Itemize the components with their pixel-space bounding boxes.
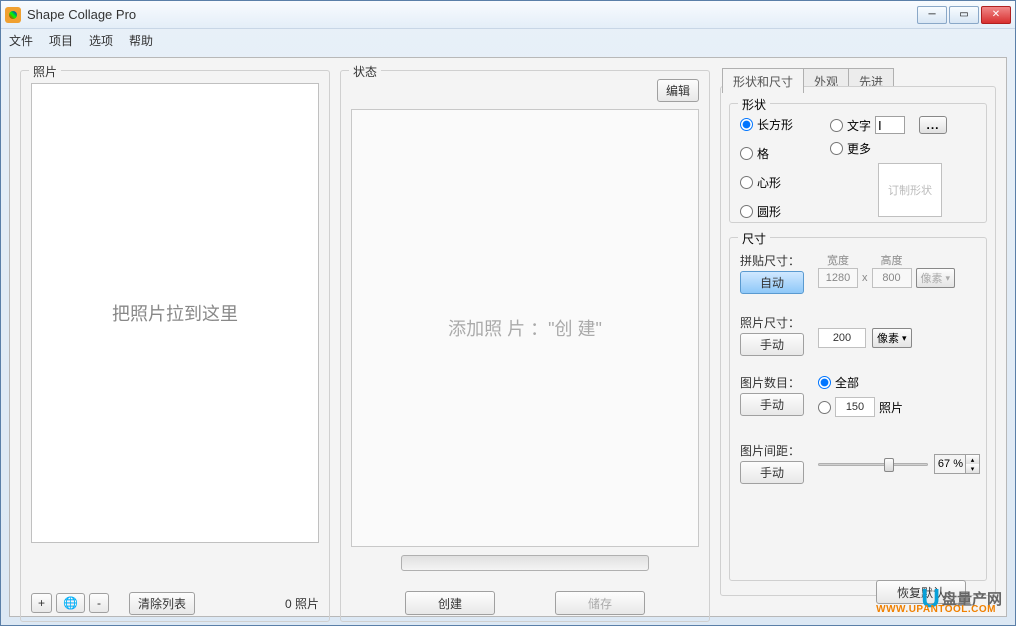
shape-group: 形状 长方形 格 心形 圆形 文字 ... [729, 103, 987, 223]
collage-auto-button[interactable]: 自动 [740, 271, 804, 294]
menu-project[interactable]: 项目 [49, 32, 73, 49]
titlebar[interactable]: Shape Collage Pro ─ ▭ ✕ [1, 1, 1015, 29]
close-button[interactable]: ✕ [981, 6, 1011, 24]
shape-circle[interactable]: 圆形 [740, 203, 793, 220]
tab-shape-size[interactable]: 形状和尺寸 [722, 68, 804, 93]
height-small-label: 高度 [872, 252, 912, 268]
shape-text-radio[interactable] [830, 119, 843, 132]
minimize-button[interactable]: ─ [917, 6, 947, 24]
status-panel: 状态 编辑 添加照 片 ："创 建" 创建 储存 [340, 70, 710, 622]
photo-drop-area[interactable]: 把照片拉到这里 [31, 83, 319, 543]
spacing-label: 图片间距： [740, 442, 804, 459]
maximize-button[interactable]: ▭ [949, 6, 979, 24]
shape-more-radio[interactable] [830, 142, 843, 155]
photo-count-label: 图片数目： [740, 374, 804, 391]
shape-browse-button[interactable]: ... [919, 116, 947, 134]
spacing-manual-button[interactable]: 手动 [740, 461, 804, 484]
photos-panel: 照片 把照片拉到这里 + 🌐 - 清除列表 0 照片 [20, 70, 330, 622]
count-manual-button[interactable]: 手动 [740, 393, 804, 416]
shape-more-label: 更多 [847, 140, 871, 157]
shape-text-label: 文字 [847, 117, 871, 134]
photo-size-label: 照片尺寸： [740, 314, 804, 331]
count-input[interactable]: 150 [835, 397, 875, 417]
client-area: 照片 把照片拉到这里 + 🌐 - 清除列表 0 照片 状态 编辑 添加照 片 ：… [9, 57, 1007, 617]
count-suffix: 照片 [879, 399, 903, 416]
clear-list-button[interactable]: 清除列表 [129, 592, 195, 615]
status-label: 状态 [349, 63, 381, 80]
count-num-radio[interactable] [818, 401, 831, 414]
progress-bar [401, 555, 649, 571]
menu-options[interactable]: 选项 [89, 32, 113, 49]
menu-help[interactable]: 帮助 [129, 32, 153, 49]
preview-area: 添加照 片 ："创 建" [351, 109, 699, 547]
shape-rect[interactable]: 长方形 [740, 116, 793, 133]
save-button[interactable]: 储存 [555, 591, 645, 615]
remove-photo-button[interactable]: - [89, 593, 109, 613]
window-title: Shape Collage Pro [27, 7, 917, 22]
size-group-label: 尺寸 [738, 230, 770, 247]
photo-count: 0 照片 [285, 595, 319, 612]
spacing-spinner[interactable]: 67 % ▴▾ [934, 454, 980, 474]
photo-unit-select[interactable]: 像素 [872, 328, 912, 348]
collage-unit-select[interactable]: 像素 [916, 268, 956, 288]
collage-height[interactable]: 800 [872, 268, 912, 288]
web-photo-button[interactable]: 🌐 [56, 593, 85, 613]
shape-group-label: 形状 [738, 96, 770, 113]
photo-size-input[interactable]: 200 [818, 328, 866, 348]
create-button[interactable]: 创建 [405, 591, 495, 615]
custom-shape-box[interactable]: 订制形状 [878, 163, 942, 217]
shape-text-input[interactable] [875, 116, 905, 134]
drop-hint: 把照片拉到这里 [112, 300, 238, 326]
x-label: x [862, 272, 868, 288]
app-window: Shape Collage Pro ─ ▭ ✕ 文件 项目 选项 帮助 照片 把… [0, 0, 1016, 626]
preview-hint: 添加照 片 ："创 建" [448, 315, 602, 341]
settings-panel: 形状 长方形 格 心形 圆形 文字 ... [720, 86, 996, 596]
collage-size-label: 拼贴尺寸： [740, 252, 804, 269]
app-icon [5, 7, 21, 23]
shape-grid[interactable]: 格 [740, 145, 793, 162]
collage-width[interactable]: 1280 [818, 268, 858, 288]
photos-label: 照片 [29, 63, 61, 80]
spacing-slider[interactable] [818, 455, 928, 473]
add-photo-button[interactable]: + [31, 593, 52, 613]
menubar: 文件 项目 选项 帮助 [1, 29, 1015, 51]
count-all-radio[interactable]: 全部 [818, 374, 903, 391]
size-group: 尺寸 拼贴尺寸： 自动 宽度 1280 x 高度 800 像素 [729, 237, 987, 581]
photo-manual-button[interactable]: 手动 [740, 333, 804, 356]
shape-heart[interactable]: 心形 [740, 174, 793, 191]
menu-file[interactable]: 文件 [9, 32, 33, 49]
watermark: U盘量产网 WWW.UPANTOOL.COM [921, 583, 1002, 614]
edit-button[interactable]: 编辑 [657, 79, 699, 102]
width-small-label: 宽度 [818, 252, 858, 268]
